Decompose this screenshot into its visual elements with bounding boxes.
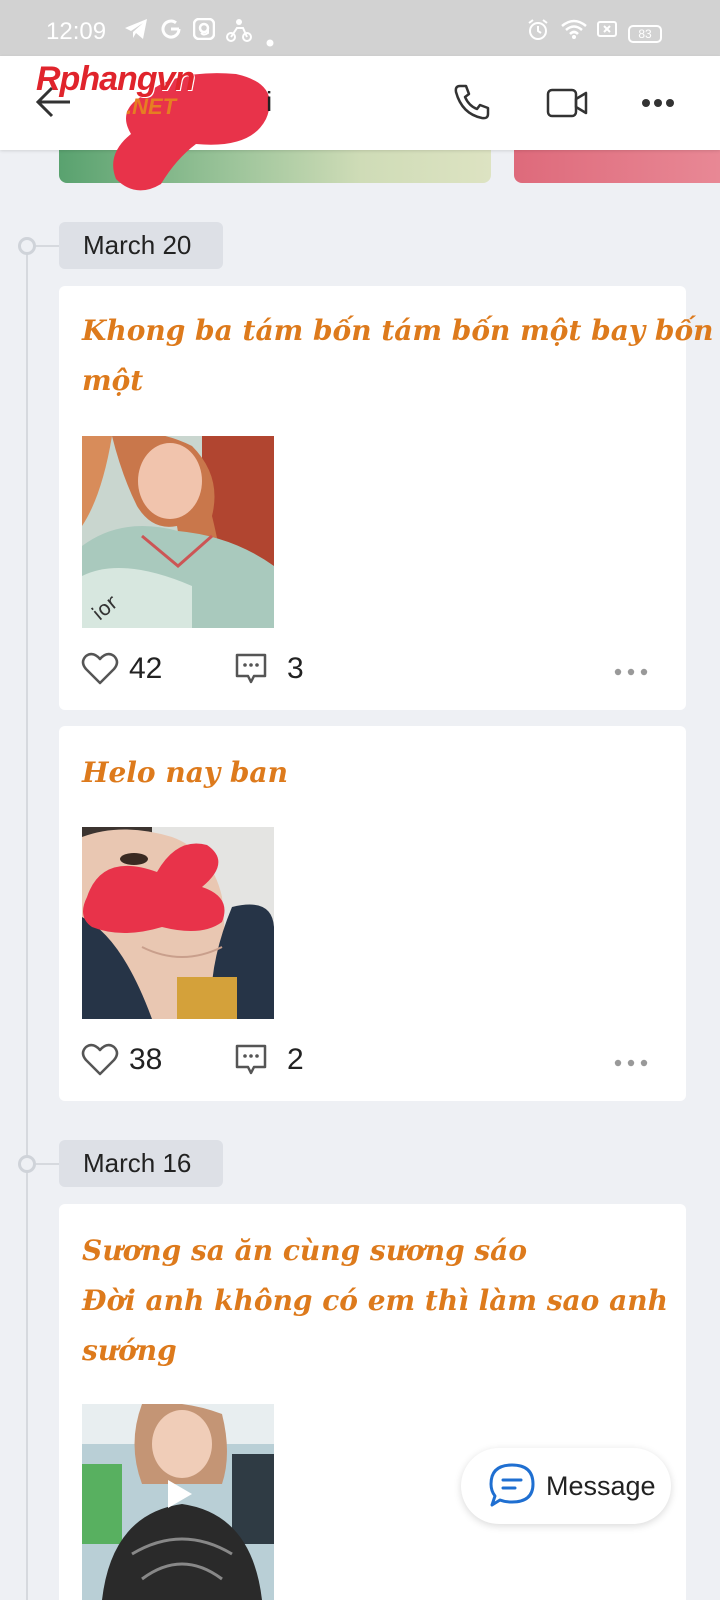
app-header: Rphangvn .NET i — [0, 56, 720, 191]
status-bar: 12:09 83 — [0, 0, 720, 56]
post-more-icon[interactable] — [613, 664, 649, 676]
logo-sub-text: .NET — [126, 94, 177, 119]
post-caption: Sương sa ăn cùng sương sáo Đời anh không… — [82, 1226, 668, 1376]
post-card[interactable]: Sương sa ăn cùng sương sáo Đời anh không… — [59, 1204, 686, 1600]
message-button[interactable]: Message — [461, 1448, 671, 1524]
like-heart-icon[interactable] — [81, 652, 119, 686]
post-photo[interactable] — [82, 827, 274, 1019]
comment-count: 3 — [287, 652, 304, 685]
watermark-logo: Rphangvn .NET — [36, 58, 266, 148]
telegram-icon — [124, 18, 148, 46]
timeline-line — [26, 246, 28, 1600]
like-heart-icon[interactable] — [81, 1043, 119, 1077]
timeline-dot — [18, 237, 36, 255]
post-more-icon[interactable] — [613, 1055, 649, 1067]
post-photo[interactable]: ior — [82, 436, 274, 628]
timeline-dot — [18, 1155, 36, 1173]
caption-line: Đời anh không có em thì làm sao anh — [82, 1284, 668, 1317]
caption-line: sướng — [82, 1334, 177, 1367]
caption-line: một — [82, 364, 144, 397]
post-video-thumbnail[interactable] — [82, 1404, 274, 1600]
caption-line: Sương sa ăn cùng sương sáo — [82, 1234, 527, 1267]
delivery-scooter-icon — [226, 18, 252, 48]
more-options-icon[interactable] — [640, 96, 676, 110]
date-label: March 16 — [59, 1140, 223, 1187]
timeline-connector — [36, 1163, 59, 1165]
google-icon — [160, 18, 182, 46]
caption-line: Khong ba tám bốn tám bốn một bay bốn — [82, 314, 714, 347]
post-card[interactable]: Helo nay ban 38 2 — [59, 726, 686, 1101]
timeline-connector — [36, 245, 59, 247]
post-caption: Helo nay ban — [82, 748, 288, 798]
status-time: 12:09 — [46, 18, 107, 45]
like-count: 38 — [129, 1043, 163, 1076]
alarm-icon — [526, 18, 550, 48]
phone-call-icon[interactable] — [452, 82, 492, 122]
like-count: 42 — [129, 652, 163, 685]
notification-dot-icon — [266, 30, 274, 53]
app-g-icon — [192, 17, 216, 46]
profile-name[interactable]: i — [266, 86, 272, 118]
chat-bubble-icon — [487, 1462, 537, 1508]
caption-line: Helo nay ban — [82, 756, 288, 789]
message-button-label: Message — [546, 1471, 656, 1501]
comment-count: 2 — [287, 1043, 304, 1076]
date-label: March 20 — [59, 222, 223, 269]
post-caption: Khong ba tám bốn tám bốn một bay bốn một — [82, 306, 713, 406]
comment-bubble-icon[interactable] — [234, 652, 268, 686]
wifi-icon — [560, 18, 588, 46]
post-reactions: 42 3 — [81, 648, 671, 688]
post-card[interactable]: Khong ba tám bốn tám bốn một bay bốn một… — [59, 286, 713, 710]
comment-bubble-icon[interactable] — [234, 1043, 268, 1077]
sim-off-icon — [596, 18, 618, 46]
video-call-icon[interactable] — [546, 86, 588, 120]
battery-indicator: 83 — [628, 25, 662, 43]
previous-post-image[interactable] — [514, 150, 720, 183]
post-reactions: 38 2 — [81, 1039, 671, 1079]
